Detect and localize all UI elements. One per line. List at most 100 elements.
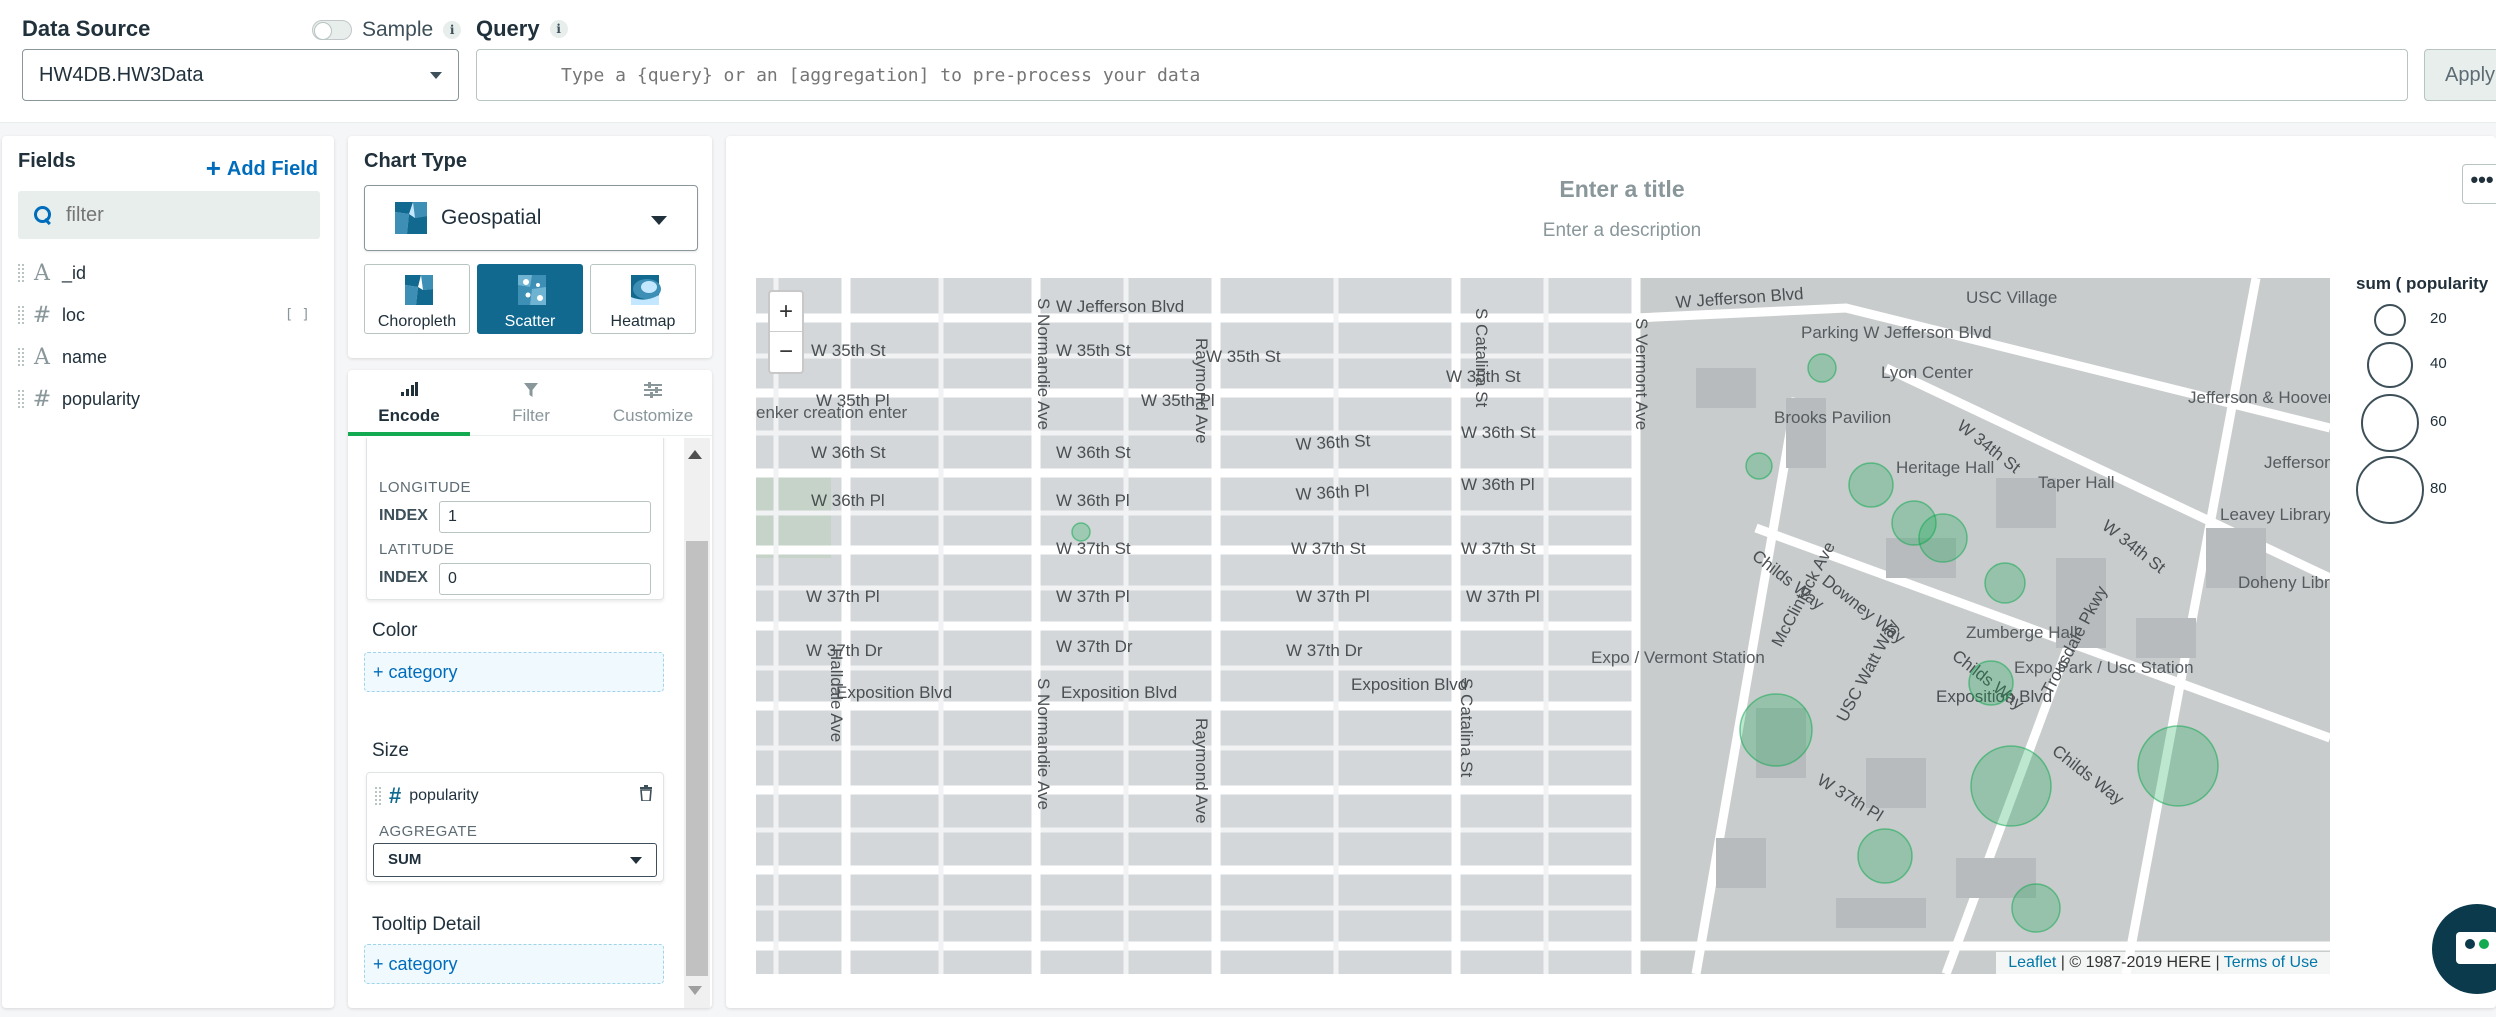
sliders-icon — [644, 382, 662, 403]
chart-type-select[interactable]: Geospatial — [364, 185, 698, 251]
scatter-point[interactable] — [1071, 522, 1091, 542]
data-source-label: Data Source — [22, 16, 151, 41]
size-field[interactable]: # popularity — [375, 783, 479, 809]
color-category-dropzone[interactable]: + category — [364, 652, 664, 692]
map[interactable]: W Jefferson Blvd W Jefferson Blvd W 35th S… — [756, 278, 2330, 974]
sample-toggle[interactable] — [312, 20, 352, 40]
chat-support-button[interactable] — [2432, 904, 2496, 994]
bar-chart-icon — [400, 382, 418, 401]
scatter-point[interactable] — [1848, 462, 1894, 508]
zoom-out-button[interactable]: − — [770, 332, 802, 372]
tab-customize-label: Customize — [612, 406, 694, 425]
drag-handle-icon[interactable] — [18, 390, 24, 408]
drag-handle-icon[interactable] — [375, 787, 381, 805]
filter-icon — [523, 382, 539, 403]
data-source-select[interactable]: HW4DB.HW3Data — [22, 49, 459, 101]
tab-customize[interactable]: Customize — [592, 370, 714, 436]
street-label: Exposition Blvd — [1351, 675, 1467, 694]
loc-encoding-card: LONGITUDE INDEX LATITUDE INDEX — [366, 438, 664, 600]
map-canvas[interactable]: W Jefferson Blvd W Jefferson BlvdW 35th S… — [756, 278, 2330, 974]
scrollbar-thumb[interactable] — [686, 541, 708, 976]
scatter-map-icon — [518, 275, 546, 305]
field-item-popularity[interactable]: # popularity — [18, 382, 318, 416]
info-icon[interactable]: i — [549, 20, 568, 38]
field-name: name — [62, 346, 108, 367]
scatter-point[interactable] — [1807, 353, 1837, 383]
terms-link[interactable]: Terms of Use — [2224, 954, 2318, 971]
tooltip-category-dropzone[interactable]: + category — [364, 944, 664, 984]
street-label: W 37th Dr — [1056, 637, 1133, 656]
scatter-point[interactable] — [2011, 883, 2061, 933]
leaflet-link[interactable]: Leaflet — [2008, 954, 2056, 971]
choropleth-icon — [405, 275, 433, 305]
scatter-point[interactable] — [1857, 828, 1913, 884]
field-item-name[interactable]: A name — [18, 340, 318, 374]
choropleth-button[interactable]: Choropleth — [364, 264, 470, 334]
place-label: Doheny Library — [2238, 573, 2330, 592]
chart-description-input[interactable]: Enter a description — [726, 220, 2496, 242]
size-field-name: popularity — [409, 787, 479, 804]
tab-filter[interactable]: Filter — [470, 370, 592, 436]
encode-scroll-area: LONGITUDE INDEX LATITUDE INDEX Color + c… — [348, 438, 684, 1008]
legend-item: 80 — [2356, 456, 2447, 524]
map-attribution: Leaflet | © 1987-2019 HERE | Terms of Us… — [1996, 952, 2330, 974]
chart-title-input[interactable]: Enter a title — [726, 176, 2496, 203]
field-name: loc — [62, 304, 86, 325]
scatter-point[interactable] — [1984, 562, 2026, 604]
add-field-button[interactable]: + Add Field — [206, 151, 318, 183]
street-label: W 37th Pl — [1056, 587, 1130, 606]
latitude-index-input[interactable] — [439, 563, 651, 595]
field-filter-input[interactable] — [64, 202, 304, 228]
more-options-button[interactable]: ••• — [2462, 164, 2496, 204]
scatter-button[interactable]: Scatter — [477, 264, 583, 334]
street-label: W 37th Pl — [1466, 587, 1540, 606]
info-icon[interactable]: i — [443, 21, 462, 39]
scatter-point[interactable] — [1918, 513, 1968, 563]
scatter-point[interactable] — [1739, 693, 1813, 767]
field-filter[interactable] — [18, 191, 320, 239]
street-label: W 36th Pl — [811, 491, 885, 510]
string-type-icon: A — [34, 260, 50, 286]
heatmap-button[interactable]: Heatmap — [590, 264, 696, 334]
drag-handle-icon[interactable] — [18, 348, 24, 366]
scatter-point[interactable] — [1970, 745, 2052, 827]
drag-handle-icon[interactable] — [18, 306, 24, 324]
legend-circle — [2356, 456, 2424, 524]
trash-icon[interactable] — [639, 785, 653, 801]
apply-button[interactable]: Apply — [2424, 49, 2496, 101]
place-label: Expo / Vermont Station — [1591, 648, 1765, 667]
search-icon — [34, 206, 52, 224]
scatter-label: Scatter — [504, 313, 556, 330]
query-label-group: Query i — [476, 16, 568, 42]
street-label: W 36th Pl — [1056, 491, 1130, 510]
fields-title: Fields — [18, 150, 76, 172]
scroll-up-arrow[interactable] — [688, 450, 702, 459]
latitude-label: LATITUDE — [379, 541, 455, 558]
aggregate-select[interactable]: SUM — [373, 843, 657, 877]
chart-type-value: Geospatial — [441, 206, 542, 229]
longitude-label: LONGITUDE — [379, 479, 472, 496]
encode-panel: Encode Filter Customize LONGITUDE INDEX … — [348, 370, 712, 1008]
place-label: enker creation enter — [756, 403, 908, 422]
zoom-in-button[interactable]: + — [770, 292, 802, 332]
place-label: Heritage Hall — [1896, 458, 1994, 477]
tab-encode[interactable]: Encode — [348, 370, 470, 436]
tooltip-title: Tooltip Detail — [372, 914, 481, 935]
field-item-loc[interactable]: # loc [ ] — [18, 298, 318, 332]
street-label: W 36th Pl — [1461, 475, 1535, 494]
drag-handle-icon[interactable] — [18, 264, 24, 282]
field-item-id[interactable]: A _id — [18, 256, 318, 290]
string-type-icon: A — [34, 344, 50, 370]
scroll-down-arrow[interactable] — [688, 986, 702, 995]
query-label: Query — [476, 16, 540, 41]
array-icon[interactable]: [ ] — [285, 307, 310, 323]
scatter-point[interactable] — [1968, 660, 2014, 706]
chart-type-panel: Chart Type Geospatial Choropleth Scatter — [348, 136, 712, 358]
longitude-index-input[interactable] — [439, 501, 651, 533]
scatter-point[interactable] — [2137, 725, 2219, 807]
street-label: Raymond Ave — [1192, 338, 1211, 444]
query-input[interactable] — [476, 49, 2408, 101]
chevron-down-icon — [630, 857, 642, 864]
top-bar: Data Source Sample i Query i HW4DB.HW3Da… — [0, 0, 2496, 123]
scatter-point[interactable] — [1745, 452, 1773, 480]
